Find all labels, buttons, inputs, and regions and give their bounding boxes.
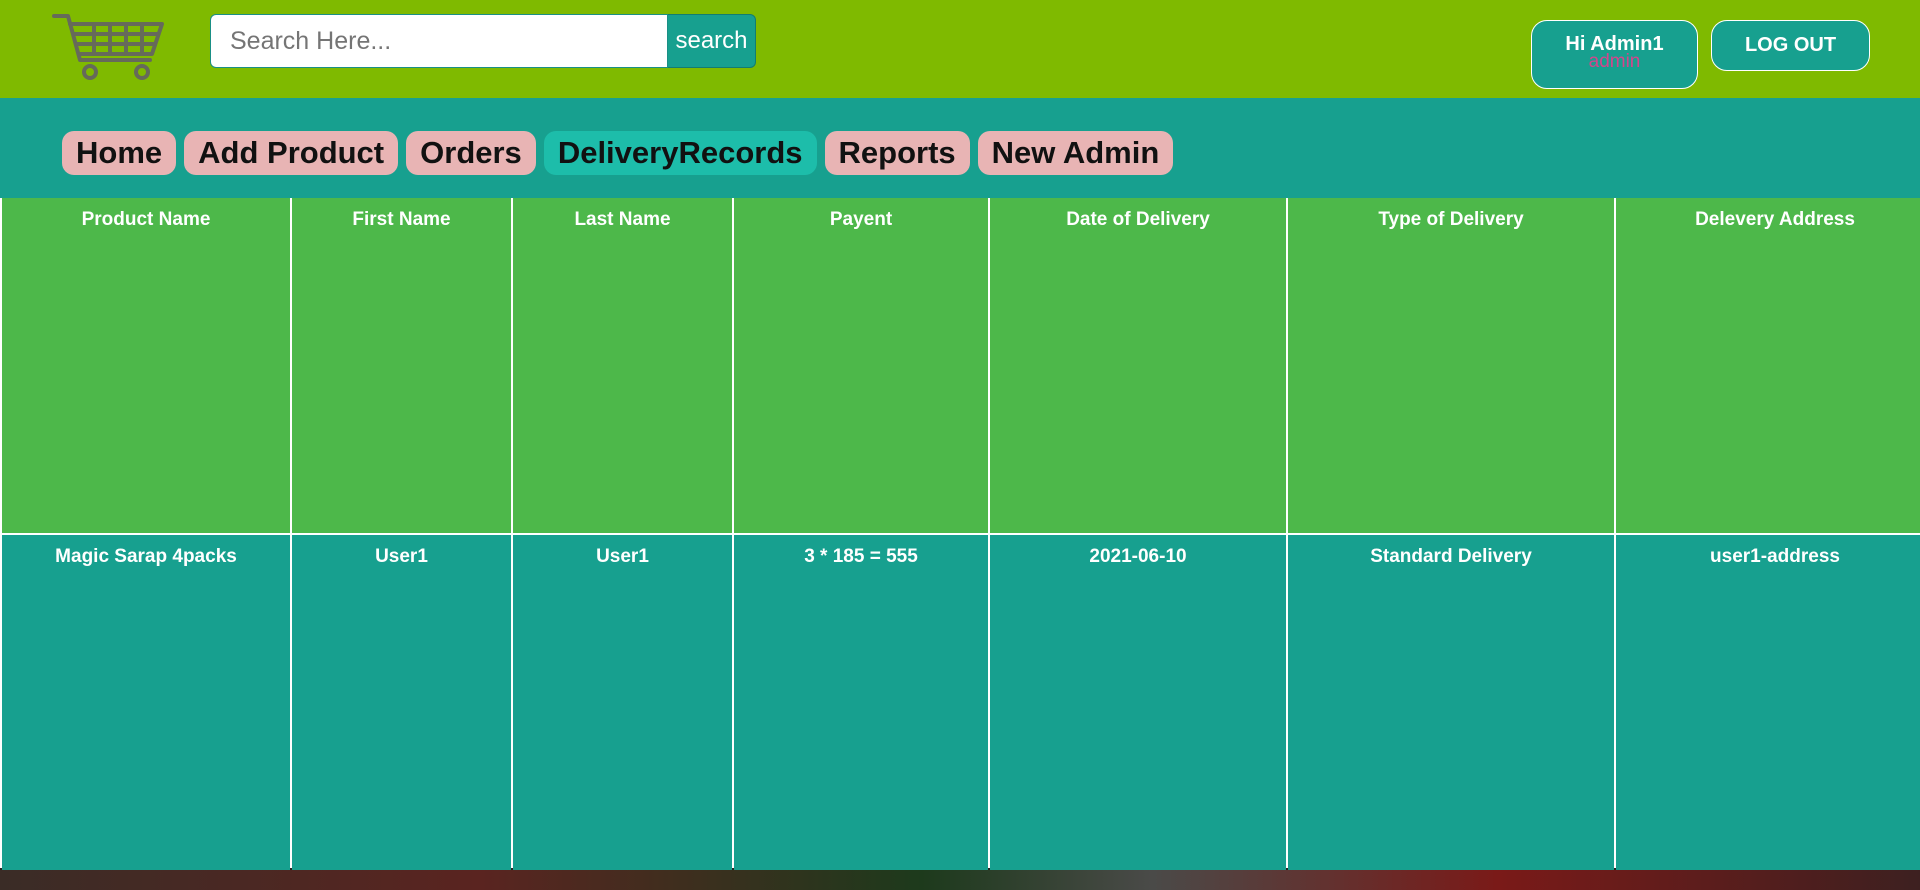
column-header-date-of-delivery: Date of Delivery xyxy=(990,198,1286,533)
table-cell-last-name: User1 xyxy=(513,535,732,870)
nav-bar: Home Add Product Orders DeliveryRecords … xyxy=(0,98,1920,198)
column-header-payment: Payent xyxy=(734,198,988,533)
shopping-cart-icon[interactable] xyxy=(50,10,170,82)
tab-delivery-records[interactable]: DeliveryRecords xyxy=(543,131,817,175)
delivery-records-table: Product Name First Name Last Name Payent… xyxy=(0,198,1920,870)
search-bar: search xyxy=(210,14,756,68)
table-cell-type-of-delivery: Standard Delivery xyxy=(1288,535,1614,870)
logout-button[interactable]: LOG OUT xyxy=(1711,20,1870,71)
nav-tabs: Home Add Product Orders DeliveryRecords … xyxy=(62,131,1174,175)
top-header: search Hi Admin1 admin LOG OUT xyxy=(0,0,1920,98)
table-cell-date-of-delivery: 2021-06-10 xyxy=(990,535,1286,870)
tab-reports[interactable]: Reports xyxy=(824,131,970,175)
user-greeting-box[interactable]: Hi Admin1 admin xyxy=(1531,20,1698,89)
background-image-strip xyxy=(0,870,1920,890)
search-input[interactable] xyxy=(210,14,668,68)
tab-orders[interactable]: Orders xyxy=(406,131,536,175)
column-header-product-name: Product Name xyxy=(2,198,290,533)
tab-new-admin[interactable]: New Admin xyxy=(977,131,1174,175)
search-button[interactable]: search xyxy=(668,14,756,68)
column-header-type-of-delivery: Type of Delivery xyxy=(1288,198,1614,533)
column-header-first-name: First Name xyxy=(292,198,511,533)
table-cell-product-name: Magic Sarap 4packs xyxy=(2,535,290,870)
tab-add-product[interactable]: Add Product xyxy=(184,131,399,175)
column-header-last-name: Last Name xyxy=(513,198,732,533)
table-cell-delivery-address: user1-address xyxy=(1616,535,1920,870)
table-cell-first-name: User1 xyxy=(292,535,511,870)
table-cell-payment: 3 * 185 = 555 xyxy=(734,535,988,870)
column-header-delivery-address: Delevery Address xyxy=(1616,198,1920,533)
tab-home[interactable]: Home xyxy=(62,131,177,175)
user-role-label: admin xyxy=(1588,51,1641,72)
